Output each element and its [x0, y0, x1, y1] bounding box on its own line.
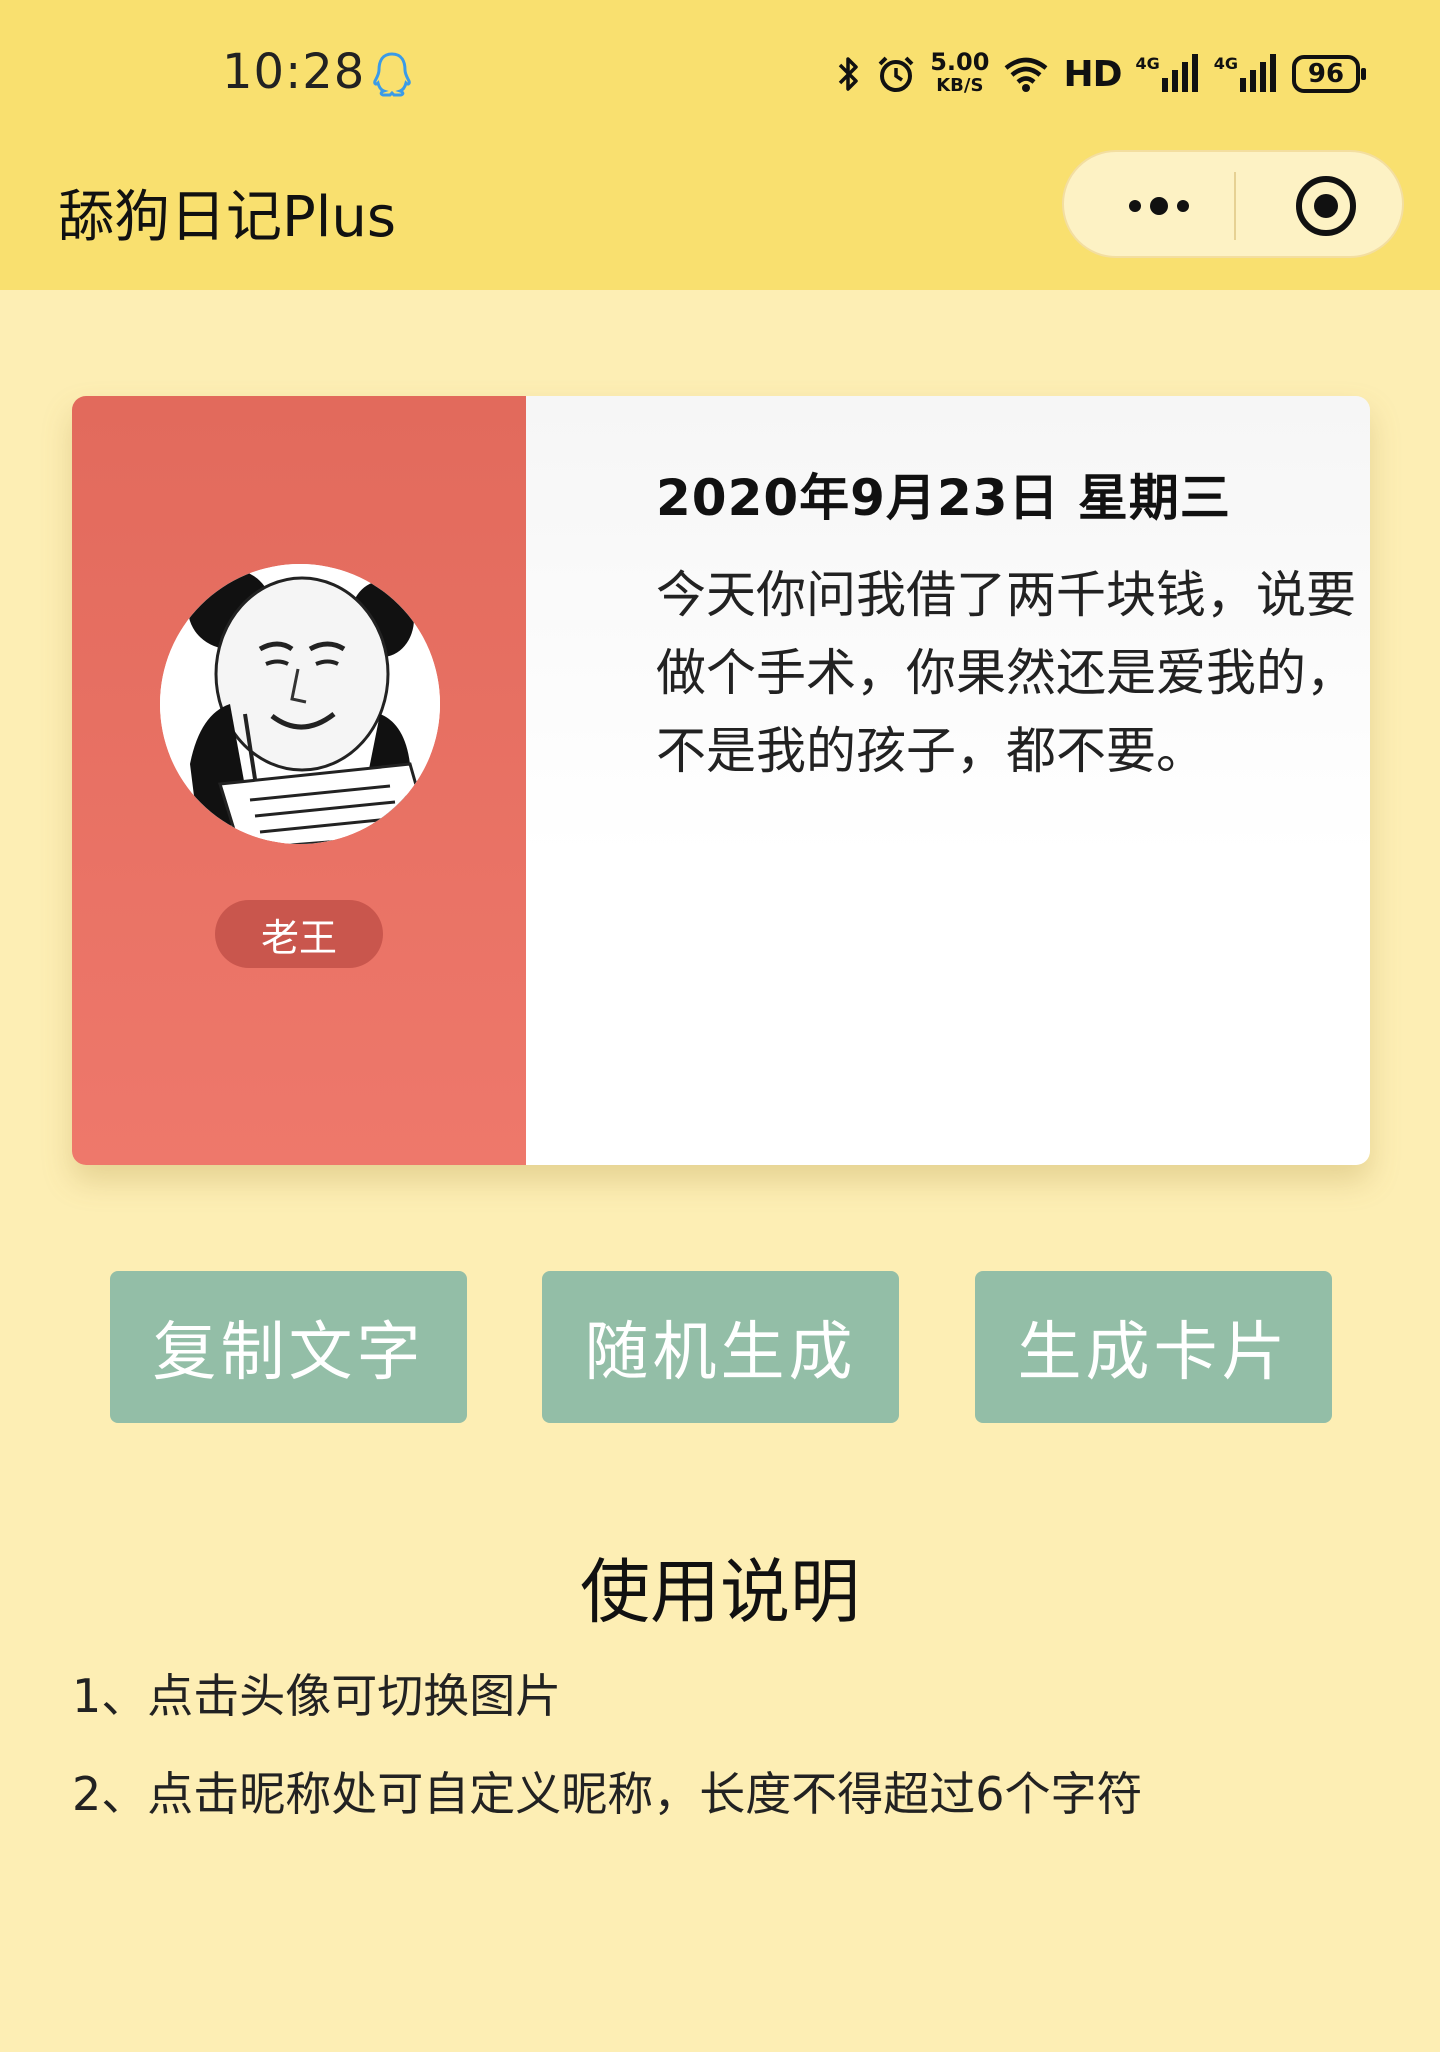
top-bar: 10:28 5.00 KB/S HD 4G 4G 96 舔狗日记Plus	[0, 0, 1440, 290]
signal-1-label: 4G	[1135, 54, 1160, 73]
avatar[interactable]	[160, 564, 440, 844]
signal-icon: 4G	[1214, 54, 1278, 94]
copy-text-button[interactable]: 复制文字	[110, 1271, 467, 1423]
page-title: 舔狗日记Plus	[58, 185, 396, 250]
mini-program-capsule	[1062, 150, 1404, 258]
more-icon[interactable]	[1114, 188, 1204, 224]
instruction-item: 2、点击昵称处可自定义昵称，长度不得超过6个字符	[72, 1767, 1143, 1821]
card-content-panel: 2020年9月23日 星期三 今天你问我借了两千块钱，说要做个手术，你果然还是爱…	[526, 396, 1370, 1165]
status-time: 10:28	[222, 44, 366, 100]
battery-icon: 96	[1292, 55, 1366, 93]
instructions-title: 使用说明	[580, 1551, 860, 1633]
bluetooth-icon	[836, 54, 862, 94]
capsule-divider	[1234, 172, 1236, 240]
alarm-icon	[876, 54, 916, 94]
network-speed-value: 5.00	[930, 48, 990, 76]
generate-card-button[interactable]: 生成卡片	[975, 1271, 1332, 1423]
battery-level: 96	[1307, 59, 1345, 89]
status-icons: 5.00 KB/S HD 4G 4G 96	[836, 44, 1366, 104]
panda-meme-avatar	[160, 564, 440, 844]
diary-text: 今天你问我借了两千块钱，说要做个手术，你果然还是爱我的，不是我的孩子，都不要。	[656, 566, 1356, 780]
diary-date: 2020年9月23日 星期三	[656, 469, 1231, 527]
close-target-icon[interactable]	[1294, 174, 1358, 238]
wifi-icon	[1003, 54, 1049, 94]
signal-2-label: 4G	[1213, 54, 1238, 73]
nickname-badge[interactable]: 老王	[215, 900, 383, 968]
status-bar: 10:28 5.00 KB/S HD 4G 4G 96	[0, 0, 1440, 150]
network-speed: 5.00 KB/S	[930, 50, 989, 98]
diary-card: 老王 2020年9月23日 星期三 今天你问我借了两千块钱，说要做个手术，你果然…	[72, 396, 1370, 1165]
random-generate-button[interactable]: 随机生成	[542, 1271, 899, 1423]
hd-label: HD	[1063, 53, 1122, 95]
qq-icon	[372, 50, 412, 98]
card-profile-panel: 老王	[72, 396, 526, 1165]
instruction-item: 1、点击头像可切换图片	[72, 1669, 562, 1723]
signal-icon: 4G	[1135, 54, 1199, 94]
network-speed-unit: KB/S	[936, 75, 984, 96]
